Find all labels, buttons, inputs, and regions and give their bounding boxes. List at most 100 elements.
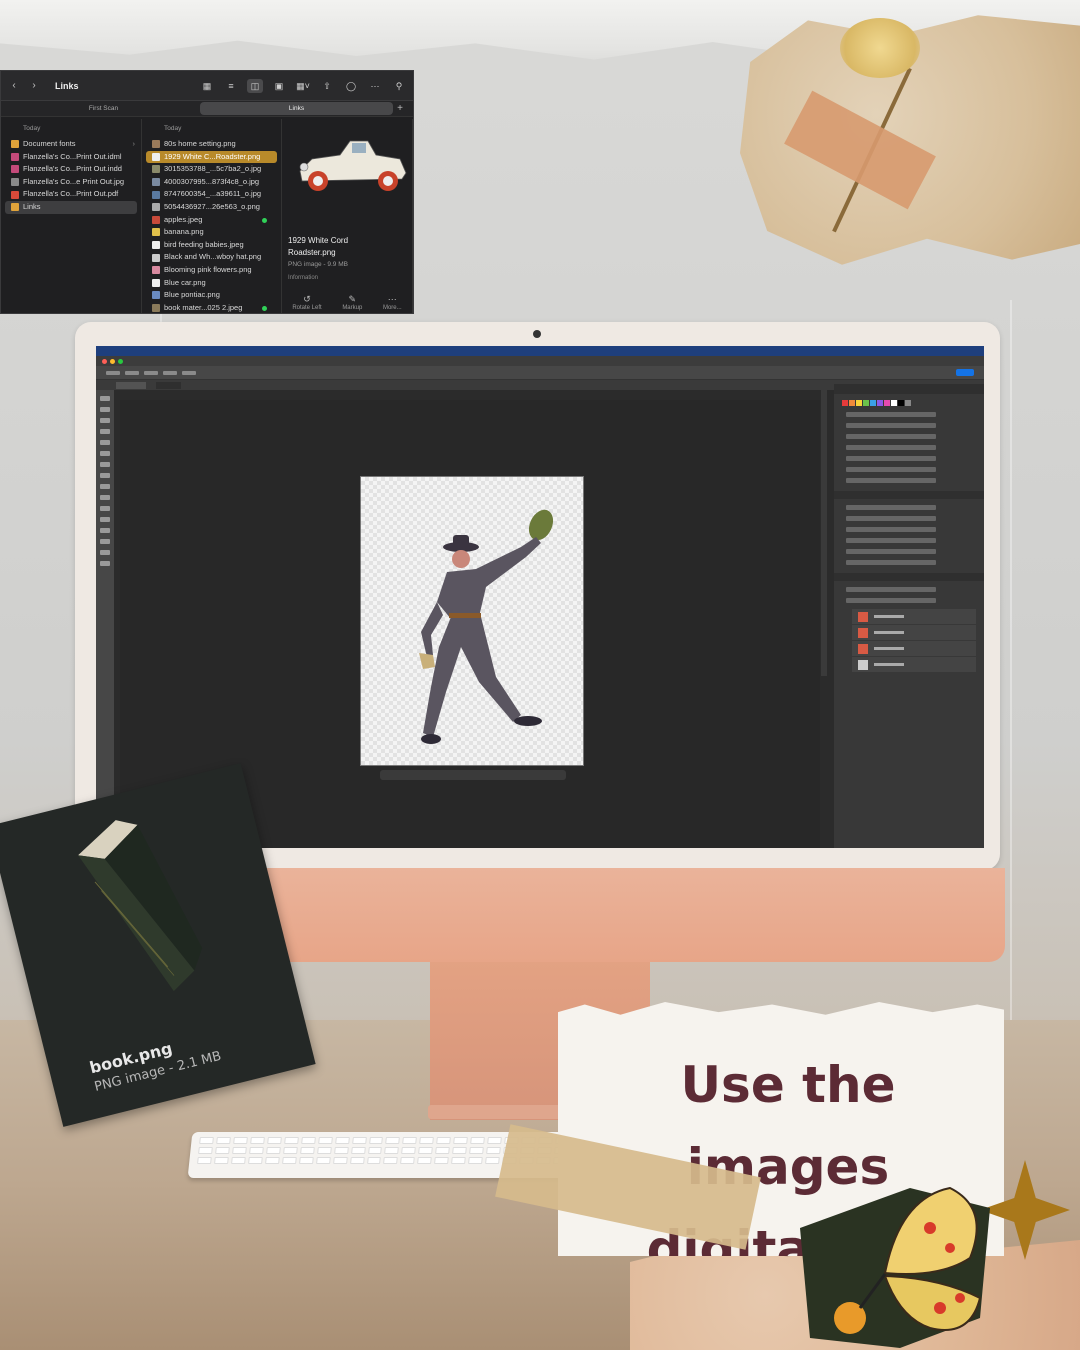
- image-file-icon: [152, 291, 160, 300]
- list-item[interactable]: Blue pontiac.png: [142, 289, 281, 302]
- list-item[interactable]: Flanzella's Co...Print Out.idml: [1, 151, 141, 164]
- list-item[interactable]: banana.png: [142, 226, 281, 239]
- contextual-task-bar[interactable]: [380, 770, 566, 780]
- layer-row[interactable]: [852, 609, 976, 624]
- swatch[interactable]: [877, 400, 883, 406]
- swatch[interactable]: [898, 400, 904, 406]
- swatch-group[interactable]: [846, 434, 936, 439]
- list-item[interactable]: Flanzella's Co...Print Out.indd: [1, 163, 141, 176]
- swatch[interactable]: [842, 400, 848, 406]
- forward-icon[interactable]: ›: [27, 80, 41, 91]
- list-item[interactable]: 5054436927...26e563_o.png: [142, 201, 281, 214]
- close-window-icon[interactable]: [102, 358, 107, 364]
- property-control[interactable]: [846, 527, 936, 532]
- swatch-group[interactable]: [846, 412, 936, 417]
- marquee-tool-icon[interactable]: [100, 407, 110, 412]
- finder-preview-column: 1929 White Cord Roadster.png PNG image -…: [282, 119, 413, 313]
- back-icon[interactable]: ‹: [7, 80, 21, 91]
- swatch[interactable]: [905, 400, 911, 406]
- swatch-group[interactable]: [846, 456, 936, 461]
- pen-tool-icon[interactable]: [100, 528, 110, 533]
- list-item[interactable]: Flanzella's Co...Print Out.pdf: [1, 188, 141, 201]
- layer-row[interactable]: [852, 657, 976, 672]
- group-icon[interactable]: ▦˅: [295, 79, 311, 93]
- document-tab[interactable]: [155, 381, 182, 389]
- layer-control[interactable]: [846, 598, 936, 603]
- crop-tool-icon[interactable]: [100, 440, 110, 445]
- zoom-tool-icon[interactable]: [100, 561, 110, 566]
- option-control[interactable]: [163, 370, 177, 375]
- type-tool-icon[interactable]: [100, 539, 110, 544]
- list-item[interactable]: Blue car.png: [142, 277, 281, 290]
- swatch[interactable]: [884, 400, 890, 406]
- hand-tool-icon[interactable]: [100, 550, 110, 555]
- document-tab[interactable]: [116, 381, 146, 389]
- artboard[interactable]: [360, 476, 584, 766]
- list-item[interactable]: 80s home setting.png: [142, 138, 281, 151]
- canvas-scrollbar[interactable]: [821, 386, 827, 676]
- share-button[interactable]: [956, 369, 974, 376]
- column-view-icon[interactable]: ◫: [247, 78, 263, 93]
- layer-row[interactable]: [852, 641, 976, 656]
- new-tab-icon[interactable]: +: [393, 103, 407, 114]
- list-item[interactable]: book mater...025 2.jpeg: [142, 302, 281, 313]
- share-icon[interactable]: ⇧: [319, 79, 335, 93]
- list-item[interactable]: 8747600354_...a39611_o.jpg: [142, 188, 281, 201]
- list-item[interactable]: bird feeding babies.jpeg: [142, 239, 281, 252]
- swatch[interactable]: [849, 400, 855, 406]
- layer-control[interactable]: [846, 587, 936, 592]
- list-item[interactable]: 1929 White C...Roadster.png: [146, 150, 277, 164]
- brush-tool-icon[interactable]: [100, 484, 110, 489]
- search-icon[interactable]: ⚲: [391, 79, 407, 93]
- eyedropper-tool-icon[interactable]: [100, 462, 110, 467]
- move-tool-icon[interactable]: [100, 396, 110, 401]
- eraser-tool-icon[interactable]: [100, 506, 110, 511]
- icon-view-icon[interactable]: ▦: [199, 79, 215, 93]
- markup-button[interactable]: ✎ Markup: [342, 294, 362, 311]
- list-item[interactable]: Blooming pink flowers.png: [142, 264, 281, 277]
- option-control[interactable]: [106, 370, 120, 375]
- property-control[interactable]: [846, 505, 936, 510]
- zoom-window-icon[interactable]: [118, 358, 123, 364]
- swatch[interactable]: [891, 400, 897, 406]
- swatch[interactable]: [870, 400, 876, 406]
- property-control[interactable]: [846, 549, 936, 554]
- panel-tabs[interactable]: [834, 384, 984, 394]
- layer-thumbnail: [858, 611, 868, 622]
- list-item[interactable]: apples.jpeg: [142, 214, 281, 227]
- list-item[interactable]: 3015353788_...5c7ba2_o.jpg: [142, 163, 281, 176]
- swatch-group[interactable]: [846, 445, 936, 450]
- stamp-tool-icon[interactable]: [100, 495, 110, 500]
- swatch-group[interactable]: [846, 478, 936, 483]
- frame-tool-icon[interactable]: [100, 451, 110, 456]
- swatch[interactable]: [863, 400, 869, 406]
- option-control[interactable]: [125, 370, 139, 375]
- more-button[interactable]: ⋯ More...: [383, 294, 402, 311]
- more-icon[interactable]: ⋯: [367, 79, 383, 93]
- list-view-icon[interactable]: ≡: [223, 79, 239, 93]
- property-control[interactable]: [846, 538, 936, 543]
- tag-icon[interactable]: ◯: [343, 79, 359, 93]
- property-control[interactable]: [846, 560, 936, 565]
- tab-first-scan[interactable]: First Scan: [7, 102, 200, 115]
- swatch-group[interactable]: [846, 467, 936, 472]
- swatch[interactable]: [856, 400, 862, 406]
- swatch-group[interactable]: [846, 423, 936, 428]
- list-item[interactable]: Flanzella's Co...e Print Out.jpg: [1, 176, 141, 189]
- layer-row[interactable]: [852, 625, 976, 640]
- list-item[interactable]: Black and Wh...wboy hat.png: [142, 251, 281, 264]
- select-tool-icon[interactable]: [100, 429, 110, 434]
- list-item[interactable]: Links: [5, 200, 137, 214]
- healing-tool-icon[interactable]: [100, 473, 110, 478]
- option-control[interactable]: [182, 370, 196, 375]
- list-item[interactable]: 4000307995...873f4c8_o.jpg: [142, 176, 281, 189]
- minimize-window-icon[interactable]: [110, 358, 115, 364]
- option-control[interactable]: [144, 370, 158, 375]
- gallery-view-icon[interactable]: ▣: [271, 79, 287, 93]
- lasso-tool-icon[interactable]: [100, 418, 110, 423]
- rotate-left-button[interactable]: ↺ Rotate Left: [292, 294, 321, 311]
- property-control[interactable]: [846, 516, 936, 521]
- gradient-tool-icon[interactable]: [100, 517, 110, 522]
- tab-links[interactable]: Links: [200, 102, 393, 115]
- list-item[interactable]: Document fonts ›: [1, 138, 141, 151]
